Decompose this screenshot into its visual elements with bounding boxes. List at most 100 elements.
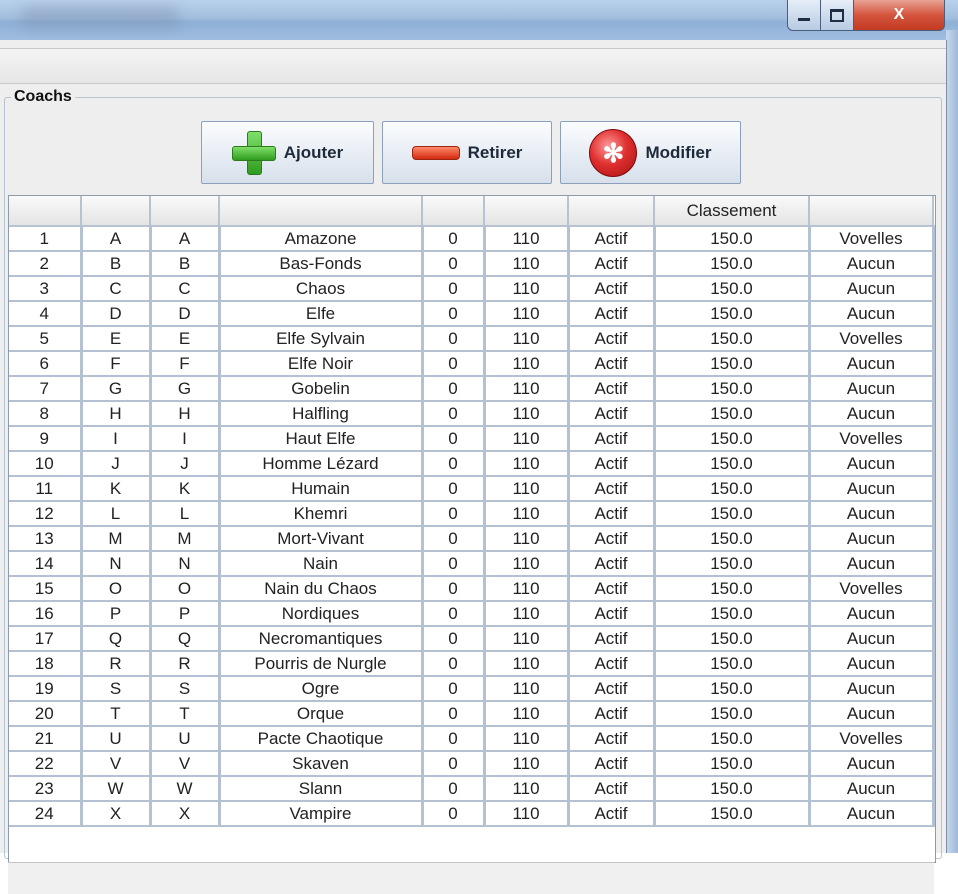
table-cell[interactable]: Aucun	[809, 376, 935, 402]
table-cell[interactable]: 19	[9, 676, 83, 702]
table-cell[interactable]: 110	[484, 551, 570, 577]
table-cell[interactable]: Elfe Sylvain	[219, 326, 424, 352]
table-cell[interactable]: 110	[484, 626, 570, 652]
table-row[interactable]: 3 C C Chaos 0 110 Actif 150.0 Aucun	[9, 276, 935, 302]
table-cell[interactable]: K	[81, 476, 152, 502]
table-cell[interactable]: 110	[484, 651, 570, 677]
table-cell[interactable]: Q	[150, 626, 221, 652]
table-cell[interactable]: C	[81, 276, 152, 302]
table-cell[interactable]: Actif	[568, 676, 656, 702]
table-row[interactable]: 2 B B Bas-Fonds 0 110 Actif 150.0 Aucun	[9, 251, 935, 277]
table-cell[interactable]: L	[150, 501, 221, 527]
table-cell[interactable]: Vampire	[219, 801, 424, 827]
table-cell[interactable]: 150.0	[654, 726, 811, 752]
table-row[interactable]: 23 W W Slann 0 110 Actif 150.0 Aucun	[9, 776, 935, 802]
table-cell[interactable]: 110	[484, 226, 570, 252]
table-row[interactable]: 18 R R Pourris de Nurgle 0 110 Actif 150.0 Aucun	[9, 651, 935, 677]
table-cell[interactable]: 0	[422, 351, 486, 377]
table-cell[interactable]: S	[150, 676, 221, 702]
table-cell[interactable]: Aucun	[809, 526, 935, 552]
table-row[interactable]: 6 F F Elfe Noir 0 110 Actif 150.0 Aucun	[9, 351, 935, 377]
table-cell[interactable]: O	[150, 576, 221, 602]
table-cell[interactable]: Aucun	[809, 776, 935, 802]
table-cell[interactable]: Aucun	[809, 676, 935, 702]
table-cell[interactable]: Elfe	[219, 301, 424, 327]
table-cell[interactable]: 0	[422, 701, 486, 727]
table-cell[interactable]: 110	[484, 376, 570, 402]
table-row[interactable]: 14 N N Nain 0 110 Actif 150.0 Aucun	[9, 551, 935, 577]
table-row[interactable]: 10 J J Homme Lézard 0 110 Actif 150.0 Aucun	[9, 451, 935, 477]
table-cell[interactable]: 15	[9, 576, 83, 602]
table-row[interactable]: 7 G G Gobelin 0 110 Actif 150.0 Aucun	[9, 376, 935, 402]
table-cell[interactable]: Vovelles	[809, 226, 935, 252]
table-cell[interactable]: 110	[484, 601, 570, 627]
remove-button[interactable]: Retirer	[382, 121, 552, 184]
table-cell[interactable]: S	[81, 676, 152, 702]
table-cell[interactable]: 150.0	[654, 426, 811, 452]
table-cell[interactable]: T	[150, 701, 221, 727]
table-row[interactable]: 9 I I Haut Elfe 0 110 Actif 150.0 Vovelles	[9, 426, 935, 452]
table-row[interactable]: 15 O O Nain du Chaos 0 110 Actif 150.0 Vovelles	[9, 576, 935, 602]
table-cell[interactable]: 150.0	[654, 701, 811, 727]
table-cell[interactable]: Nordiques	[219, 601, 424, 627]
table-cell[interactable]: M	[81, 526, 152, 552]
table-cell[interactable]: 23	[9, 776, 83, 802]
table-cell[interactable]: Actif	[568, 426, 656, 452]
table-cell[interactable]: Halfling	[219, 401, 424, 427]
table-cell[interactable]: Actif	[568, 626, 656, 652]
table-cell[interactable]: 110	[484, 676, 570, 702]
table-cell[interactable]: E	[150, 326, 221, 352]
table-cell[interactable]: Chaos	[219, 276, 424, 302]
column-header[interactable]	[219, 196, 423, 227]
table-cell[interactable]: 4	[9, 301, 83, 327]
table-cell[interactable]: 150.0	[654, 676, 811, 702]
table-cell[interactable]: 3	[9, 276, 83, 302]
column-header[interactable]	[9, 196, 82, 227]
table-cell[interactable]: Slann	[219, 776, 424, 802]
table-cell[interactable]: 0	[422, 801, 486, 827]
table-cell[interactable]: 150.0	[654, 526, 811, 552]
table-cell[interactable]: 150.0	[654, 301, 811, 327]
table-cell[interactable]: 150.0	[654, 626, 811, 652]
table-cell[interactable]: 0	[422, 626, 486, 652]
table-cell[interactable]: 0	[422, 276, 486, 302]
table-cell[interactable]: 10	[9, 451, 83, 477]
table-cell[interactable]: 150.0	[654, 326, 811, 352]
table-cell[interactable]: Aucun	[809, 601, 935, 627]
table-cell[interactable]: 0	[422, 601, 486, 627]
table-cell[interactable]: L	[81, 501, 152, 527]
table-cell[interactable]: 150.0	[654, 401, 811, 427]
table-cell[interactable]: 110	[484, 426, 570, 452]
table-cell[interactable]: Actif	[568, 351, 656, 377]
table-cell[interactable]: Homme Lézard	[219, 451, 424, 477]
column-header[interactable]	[484, 196, 569, 227]
table-row[interactable]: 5 E E Elfe Sylvain 0 110 Actif 150.0 Vovelles	[9, 326, 935, 352]
table-cell[interactable]: 0	[422, 651, 486, 677]
table-row[interactable]: 12 L L Khemri 0 110 Actif 150.0 Aucun	[9, 501, 935, 527]
table-cell[interactable]: 24	[9, 801, 83, 827]
table-cell[interactable]: X	[150, 801, 221, 827]
table-cell[interactable]: Aucun	[809, 251, 935, 277]
table-cell[interactable]: 150.0	[654, 351, 811, 377]
table-cell[interactable]: 110	[484, 576, 570, 602]
table-cell[interactable]: Aucun	[809, 651, 935, 677]
table-cell[interactable]: D	[81, 301, 152, 327]
table-cell[interactable]: B	[150, 251, 221, 277]
column-header[interactable]	[809, 196, 934, 227]
table-cell[interactable]: 110	[484, 451, 570, 477]
table-cell[interactable]: 110	[484, 251, 570, 277]
table-cell[interactable]: Aucun	[809, 801, 935, 827]
table-cell[interactable]: E	[81, 326, 152, 352]
table-row[interactable]: 13 M M Mort-Vivant 0 110 Actif 150.0 Aucun	[9, 526, 935, 552]
table-cell[interactable]: 150.0	[654, 251, 811, 277]
table-cell[interactable]: Vovelles	[809, 426, 935, 452]
table-cell[interactable]: P	[150, 601, 221, 627]
table-cell[interactable]: Bas-Fonds	[219, 251, 424, 277]
table-cell[interactable]: B	[81, 251, 152, 277]
table-cell[interactable]: Nain	[219, 551, 424, 577]
table-cell[interactable]: U	[150, 726, 221, 752]
table-cell[interactable]: M	[150, 526, 221, 552]
table-cell[interactable]: Elfe Noir	[219, 351, 424, 377]
table-cell[interactable]: 110	[484, 751, 570, 777]
table-cell[interactable]: Necromantiques	[219, 626, 424, 652]
